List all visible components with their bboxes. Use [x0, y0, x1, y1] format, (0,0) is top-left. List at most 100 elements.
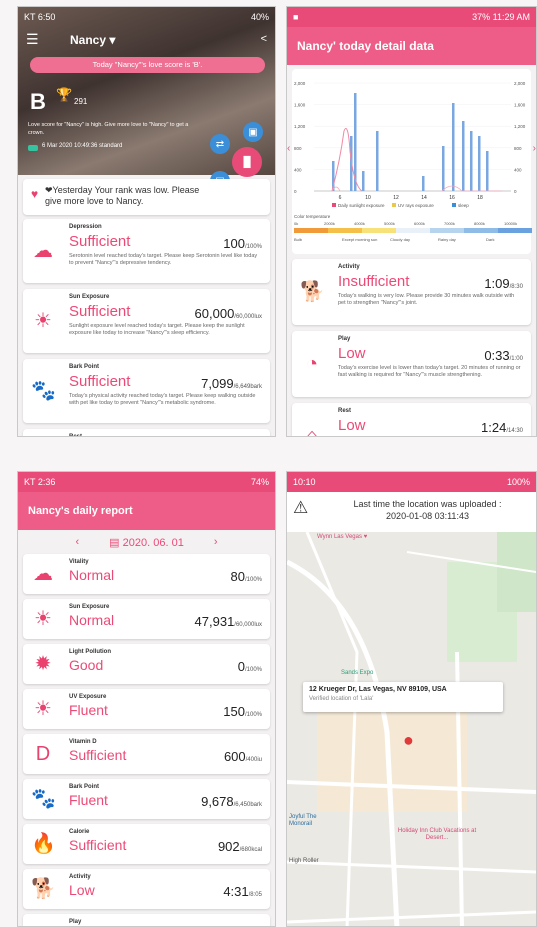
legend-swatch	[392, 203, 396, 207]
status-bar: 10:10 100%	[287, 472, 536, 492]
metric-value: 100/100%	[223, 236, 262, 251]
metric-card-0[interactable]: ☁ Depression Sufficient 100/100% Serotonin l…	[23, 219, 270, 283]
ball-icon: ◔	[305, 353, 319, 375]
colorbar-tick: 0k	[294, 221, 298, 226]
walk-icon: ⇄	[215, 138, 225, 150]
upload-message: Last time the location was uploaded :	[353, 499, 502, 509]
metric-card-0[interactable]: ☁ Vitality Normal 80/100%	[23, 554, 270, 594]
metric-value: 7,099/6,649bark	[201, 376, 262, 391]
sleep-bar	[422, 176, 425, 191]
legend-label: Daily sunlight exposure	[338, 203, 385, 208]
metric-card-1[interactable]: ☀ Sun Exposure Normal 47,931/60,000lux	[23, 599, 270, 639]
date-picker[interactable]: ▤ 2020. 06. 01	[109, 536, 184, 549]
chevron-left-icon[interactable]: ‹	[287, 143, 290, 154]
metric-value: 0/100%	[237, 659, 262, 674]
legend-swatch	[332, 203, 336, 207]
metric-card-2[interactable]: 🐾 Bark Point Sufficient 7,099/6,649bark Toda…	[23, 359, 270, 423]
metric-status: Sufficient	[69, 233, 131, 250]
upload-info: ⚠ Last time the location was uploaded : …	[287, 492, 536, 532]
pet-name: Nancy	[70, 33, 107, 47]
sleep-bar	[362, 171, 365, 191]
upload-time: 2020-01-08 03:11:43	[386, 511, 469, 521]
metric-card-3[interactable]: ☀ UV Exposure Fluent 150/100%	[23, 689, 270, 729]
sunlight-chart-card: 2,000 2,000 1,600 1,600 1,200 1,200 800 800 400 4…	[292, 69, 532, 254]
status-battery: 100%	[506, 477, 530, 487]
colorbar-label: Bulb	[294, 237, 303, 242]
metric-card-2[interactable]: ✹ Light Pollution Good 0/100%	[23, 644, 270, 684]
metric-card-8[interactable]: ◔ Play	[23, 914, 270, 926]
metric-card-4[interactable]: D Vitamin D Sufficient 600/400iu	[23, 734, 270, 774]
status-bar: ■ 37% 11:29 AM	[287, 7, 536, 27]
metric-description: Today's exercise level is lower than tod…	[338, 365, 521, 378]
metric-status: Normal	[69, 612, 115, 628]
metric-value: 1:24/14:30	[481, 420, 523, 435]
metric-card-7[interactable]: 🐕 Activity Low 4:31/8:05	[23, 869, 270, 909]
location-address: 12 Krueger Dr, Las Vegas, NV 89109, USA	[309, 686, 447, 693]
stats-fab[interactable]: █	[232, 147, 262, 177]
colorbar-segment	[294, 228, 328, 233]
sleep-bar	[478, 136, 481, 191]
metric-title: Depression	[69, 224, 102, 230]
map-label-3: Joyful The Monorail	[289, 814, 317, 827]
location-pin-icon[interactable]: ●	[403, 730, 414, 751]
metric-status: Insufficient	[338, 273, 410, 290]
metric-card-1[interactable]: ◔ Play Low 0:33/1:00 Today's exercise level …	[292, 331, 531, 397]
metric-card-2[interactable]: ⌂RestLow1:24/14:30Today's rest time is v…	[292, 403, 531, 436]
page-title: Nancy' today detail data	[287, 27, 536, 65]
status-battery: 74%	[250, 477, 269, 487]
chevron-left-icon[interactable]: ‹	[76, 536, 80, 548]
metric-value: 902/680kcal	[217, 839, 262, 854]
map-view[interactable]: Wynn Las Vegas ♥ Sands Expo Holiday Inn …	[287, 531, 536, 926]
metric-value: 9,678/6,450bark	[201, 794, 262, 809]
walk-fab[interactable]: ⇄	[210, 134, 230, 154]
cloud-icon: ☁	[33, 240, 53, 262]
metric-card-0[interactable]: 🐕 Activity Insufficient 1:09/8:30 Today's wa…	[292, 259, 531, 325]
colorbar-tick: 10000k	[504, 221, 517, 226]
report-date: 2020. 06. 01	[122, 536, 184, 549]
metric-title: Rest	[69, 434, 83, 437]
x-tick-label: 6	[339, 195, 342, 201]
metric-card-6[interactable]: 🔥 Calorie Sufficient 902/680kcal	[23, 824, 270, 864]
love-score-banner: Today "Nancy"'s love score is 'B'.	[30, 57, 265, 73]
gallery-fab[interactable]: ▣	[243, 122, 263, 142]
y-tick-label-left: 1,200	[294, 124, 306, 129]
metric-title: Calorie	[69, 829, 90, 835]
flame-icon: 🔥	[31, 833, 56, 855]
love-score: 291	[74, 97, 88, 106]
metric-title: Vitamin D	[69, 739, 97, 745]
metric-title: Rest	[338, 408, 352, 414]
x-tick-label: 18	[477, 195, 483, 201]
dog-icon: 🐕	[300, 281, 325, 303]
y-tick-label-left: 400	[294, 167, 302, 172]
map-label-2: Holiday Inn Club Vacations at Desert...	[397, 828, 477, 841]
colorbar-tick: 7000k	[444, 221, 455, 226]
colorbar-tick: 5000k	[384, 221, 395, 226]
metric-title: Activity	[338, 264, 360, 270]
metric-status: Sufficient	[69, 373, 131, 390]
y-tick-label-right: 0	[514, 189, 517, 194]
share-icon[interactable]: <	[261, 33, 267, 45]
sleep-bar	[486, 151, 489, 191]
status-battery: 40%	[250, 12, 269, 22]
uv-icon: ☀	[34, 698, 52, 720]
metric-title: Sun Exposure	[69, 604, 110, 610]
colorbar-segment	[362, 228, 396, 233]
metric-card-1[interactable]: ☀ Sun Exposure Sufficient 60,000/60,000lux S…	[23, 289, 270, 353]
metric-card-3[interactable]: ⌂RestLow0:21	[23, 429, 270, 437]
chevron-right-icon[interactable]: ›	[214, 536, 218, 548]
cloud-icon: ☁	[33, 563, 53, 585]
pet-home-screen: KT 6:50 40% ☰ Nancy ▾ < Today "Nancy"'s …	[17, 6, 276, 437]
chevron-right-icon[interactable]: ›	[533, 143, 536, 154]
warning-icon: ⚠	[293, 498, 309, 517]
y-tick-label-left: 1,600	[294, 103, 306, 108]
metric-title: Bark Point	[69, 364, 100, 370]
metric-value: 80/100%	[230, 569, 262, 584]
metric-card-5[interactable]: 🐾 Bark Point Fluent 9,678/6,450bark	[23, 779, 270, 819]
status-time: KT 2:36	[24, 477, 56, 487]
status-bar: KT 2:36 74%	[18, 472, 275, 492]
menu-icon[interactable]: ☰	[26, 31, 39, 48]
rank-message-card: ♥ ❤Yesterday Your rank was low. Please g…	[23, 179, 270, 215]
metric-description: Today's physical activity reached today'…	[69, 393, 256, 406]
colorbar-title: Color temperature	[294, 214, 331, 219]
pet-name-selector[interactable]: Nancy ▾	[70, 33, 115, 47]
